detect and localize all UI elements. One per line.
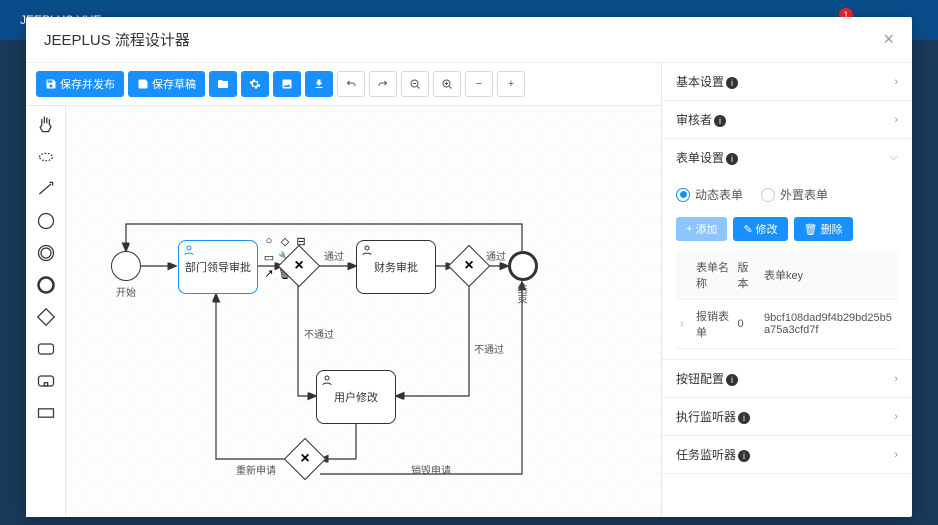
col-form-name: 表单名称 bbox=[692, 251, 734, 300]
palette bbox=[26, 106, 66, 517]
edge-label-fail2: 不通过 bbox=[474, 341, 504, 356]
properties-panel: 基本设置i› 审核者i› 表单设置i⌵ 动态表单 外置表单 + 添加 ✎ 修改 … bbox=[662, 63, 912, 517]
form-type-radio-group: 动态表单 外置表单 bbox=[676, 186, 898, 203]
image-button[interactable] bbox=[273, 71, 301, 97]
toolbar: 保存并发布 保存草稿 − + bbox=[26, 63, 661, 106]
edge-label-resubmit: 重新申请 bbox=[236, 462, 276, 477]
redo-button[interactable] bbox=[369, 71, 397, 97]
bpmn-canvas[interactable]: 开始 部门领导审批 ○◇⊟ ▭🔧 ↗🗑 × 通过 财务审批 bbox=[66, 106, 661, 517]
zoom-out-button[interactable] bbox=[401, 71, 429, 97]
expand-icon[interactable]: › bbox=[676, 300, 692, 349]
ctx-task-icon[interactable]: ▭ bbox=[262, 250, 276, 264]
section-form-settings: 表单设置i⌵ 动态表单 外置表单 + 添加 ✎ 修改 🗑 删除 表 bbox=[662, 139, 912, 360]
edge-label-pass2: 通过 bbox=[486, 248, 506, 263]
connect-tool[interactable] bbox=[35, 178, 57, 200]
chevron-down-icon: ⌵ bbox=[890, 151, 898, 164]
task-tool[interactable] bbox=[35, 338, 57, 360]
add-button[interactable]: + 添加 bbox=[676, 217, 727, 241]
folder-button[interactable] bbox=[209, 71, 237, 97]
form-table: 表单名称 版本 表单key › 报销表单 0 9bcf108dad9f4b29b… bbox=[676, 251, 898, 349]
start-event-tool[interactable] bbox=[35, 210, 57, 232]
close-icon[interactable]: × bbox=[883, 29, 894, 50]
col-form-key: 表单key bbox=[760, 251, 898, 300]
intermediate-event-tool[interactable] bbox=[35, 242, 57, 264]
pool-tool[interactable] bbox=[35, 402, 57, 424]
designer-modal: JEEPLUS 流程设计器 × 保存并发布 保存草稿 − + bbox=[26, 17, 912, 517]
section-basic[interactable]: 基本设置i› bbox=[662, 63, 912, 101]
ctx-gateway-icon[interactable]: ◇ bbox=[278, 234, 292, 248]
task-dept-approval[interactable]: 部门领导审批 bbox=[178, 240, 258, 294]
start-label: 开始 bbox=[116, 284, 136, 299]
save-draft-button[interactable]: 保存草稿 bbox=[128, 71, 205, 97]
gear-button[interactable] bbox=[241, 71, 269, 97]
minus-button[interactable]: − bbox=[465, 71, 493, 97]
table-row[interactable]: › 报销表单 0 9bcf108dad9f4b29bd25b5a75a3cfd7… bbox=[676, 300, 898, 349]
download-button[interactable] bbox=[305, 71, 333, 97]
chevron-right-icon: › bbox=[894, 449, 898, 461]
canvas-panel: 保存并发布 保存草稿 − + bbox=[26, 63, 662, 517]
subprocess-tool[interactable] bbox=[35, 370, 57, 392]
end-label: 结束 bbox=[513, 284, 528, 304]
chevron-right-icon: › bbox=[894, 114, 898, 126]
edge-label-fail1: 不通过 bbox=[304, 326, 334, 341]
plus-button[interactable]: + bbox=[497, 71, 525, 97]
section-exec-listener[interactable]: 执行监听器i› bbox=[662, 398, 912, 436]
end-event[interactable] bbox=[508, 251, 538, 281]
chevron-right-icon: › bbox=[894, 411, 898, 423]
edit-button[interactable]: ✎ 修改 bbox=[733, 217, 787, 241]
save-publish-button[interactable]: 保存并发布 bbox=[36, 71, 124, 97]
modal-title: JEEPLUS 流程设计器 bbox=[44, 29, 190, 50]
delete-button[interactable]: 🗑 删除 bbox=[794, 217, 853, 241]
task-user-modify[interactable]: 用户修改 bbox=[316, 370, 396, 424]
section-task-listener[interactable]: 任务监听器i› bbox=[662, 436, 912, 474]
lasso-tool[interactable] bbox=[35, 146, 57, 168]
zoom-in-button[interactable] bbox=[433, 71, 461, 97]
col-version: 版本 bbox=[734, 251, 761, 300]
modal-header: JEEPLUS 流程设计器 × bbox=[26, 17, 912, 63]
ctx-event-icon[interactable]: ○ bbox=[262, 234, 276, 248]
radio-external-form[interactable]: 外置表单 bbox=[761, 186, 828, 203]
radio-dynamic-form[interactable]: 动态表单 bbox=[676, 186, 743, 203]
edge-label-cancel: 销毁申请 bbox=[411, 462, 451, 477]
start-event[interactable] bbox=[111, 251, 141, 281]
undo-button[interactable] bbox=[337, 71, 365, 97]
section-button-config[interactable]: 按钮配置i› bbox=[662, 360, 912, 398]
gateway-tool[interactable] bbox=[35, 306, 57, 328]
end-event-tool[interactable] bbox=[35, 274, 57, 296]
chevron-right-icon: › bbox=[894, 76, 898, 88]
edge-label-pass1: 通过 bbox=[324, 248, 344, 263]
flow-edges bbox=[66, 106, 661, 517]
chevron-right-icon: › bbox=[894, 373, 898, 385]
section-reviewer[interactable]: 审核者i› bbox=[662, 101, 912, 139]
ctx-connect-icon[interactable]: ↗ bbox=[262, 266, 276, 280]
hand-tool[interactable] bbox=[35, 114, 57, 136]
task-finance-approval[interactable]: 财务审批 bbox=[356, 240, 436, 294]
